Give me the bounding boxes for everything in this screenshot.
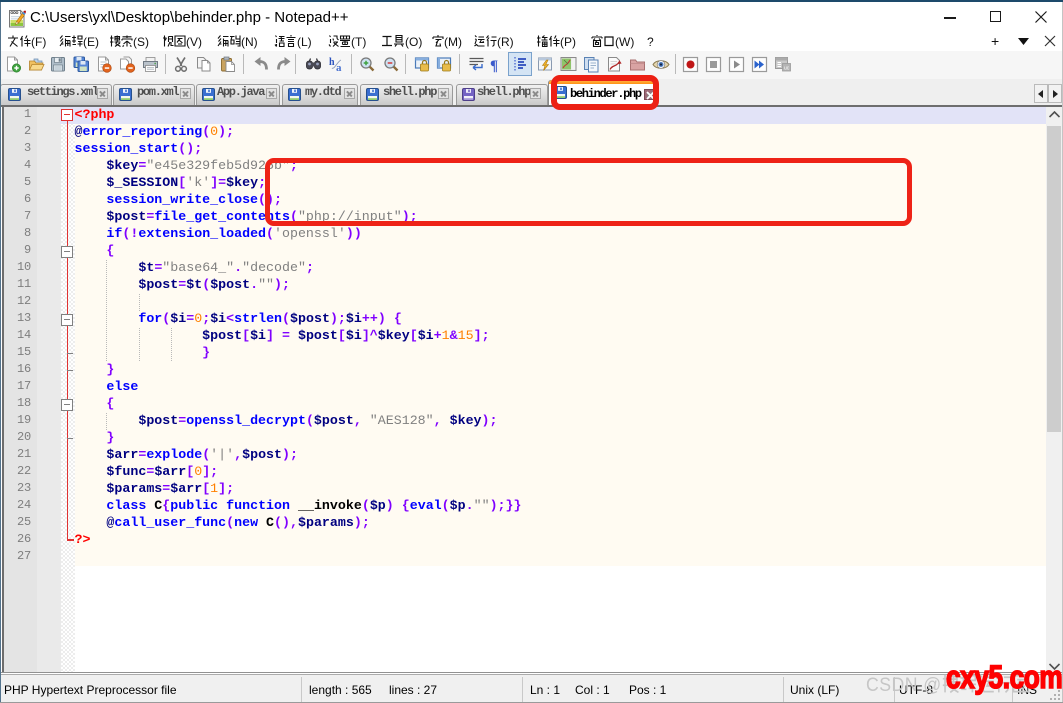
svg-text:¶: ¶ [490,58,498,73]
svg-text:h: h [329,57,335,68]
svg-text:uc: uc [784,66,790,72]
